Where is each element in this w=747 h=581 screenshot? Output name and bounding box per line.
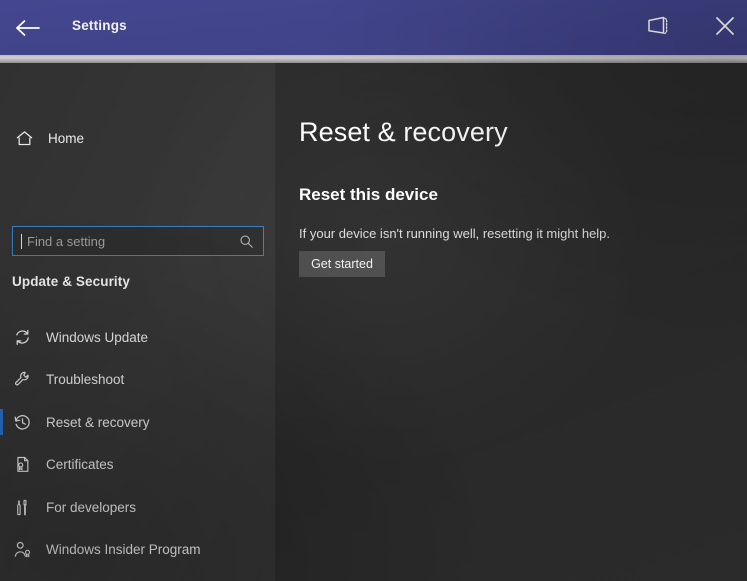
section-title: Reset this device [299, 185, 438, 204]
sidebar-item-home[interactable]: Home [0, 120, 275, 156]
search-icon [239, 234, 254, 249]
tablet-mode-icon [645, 14, 671, 43]
sidebar-item-troubleshoot[interactable]: Troubleshoot [0, 359, 275, 402]
window-title: Settings [72, 18, 127, 33]
sidebar-item-label: Certificates [46, 457, 114, 473]
sidebar-item-windows-insider-program[interactable]: Windows Insider Program [0, 529, 275, 572]
person-badge-icon [6, 540, 38, 559]
close-icon [713, 14, 737, 43]
search-input[interactable] [23, 233, 239, 249]
section-description: If your device isn't running well, reset… [299, 226, 611, 241]
sidebar-nav-list: Windows Update Troubleshoot Reset & reco… [0, 316, 275, 571]
sidebar-item-label: Troubleshoot [46, 372, 125, 388]
search-caret [21, 233, 22, 249]
device-bezel-strip [0, 55, 747, 63]
get-started-button[interactable]: Get started [299, 251, 385, 277]
settings-sidebar: Home Update & Security [0, 63, 275, 581]
sidebar-item-for-developers[interactable]: For developers [0, 486, 275, 529]
sidebar-item-label: For developers [46, 499, 137, 515]
sidebar-item-certificates[interactable]: Certificates [0, 444, 275, 487]
history-clock-icon [6, 413, 38, 432]
certificate-document-icon [6, 455, 38, 474]
wrench-icon [6, 370, 38, 389]
settings-window: Settings Home Find a setting Update & Se… [0, 0, 747, 581]
main-content: Reset & recovery Reset this device If yo… [275, 63, 747, 581]
sidebar-group-header: Update & Security [12, 274, 130, 289]
page-title: Reset & recovery [299, 117, 508, 147]
developer-tools-icon [6, 498, 38, 517]
sidebar-item-label: Windows Insider Program [46, 542, 201, 558]
sidebar-item-label: Windows Update [46, 329, 149, 345]
sidebar-item-label: Reset & recovery [46, 414, 150, 430]
title-bar: Settings [0, 0, 747, 55]
sidebar-home-label: Home [48, 130, 85, 146]
selection-indicator [0, 409, 3, 435]
home-icon [8, 129, 40, 148]
back-button[interactable] [10, 10, 46, 46]
sync-icon [6, 328, 38, 347]
back-arrow-icon [15, 19, 41, 37]
close-button[interactable] [705, 8, 745, 48]
sidebar-item-reset-and-recovery[interactable]: Reset & recovery [0, 401, 275, 444]
search-box[interactable] [12, 226, 264, 256]
sidebar-item-windows-update[interactable]: Windows Update [0, 316, 275, 359]
tablet-mode-button[interactable] [638, 8, 678, 48]
